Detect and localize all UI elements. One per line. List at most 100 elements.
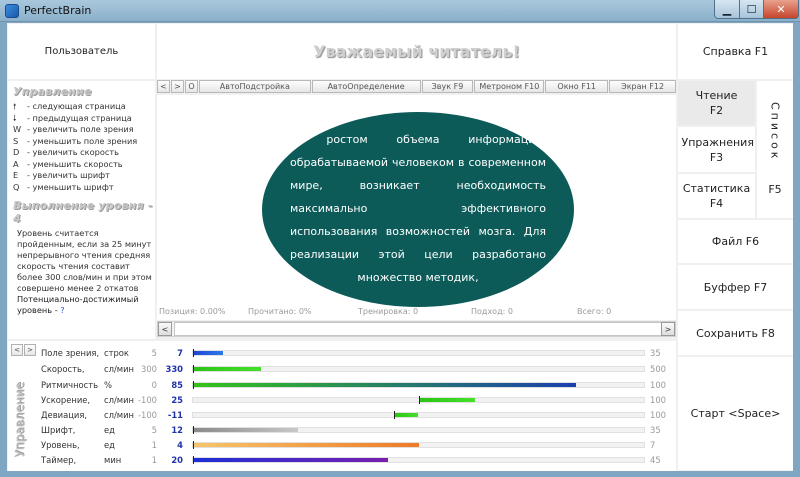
parameter-row: Ускорение, сл/мин -100 25 100 <box>0 392 800 408</box>
parameter-min: 0 <box>151 380 157 390</box>
parameter-min: 1 <box>151 455 157 465</box>
horizontal-scrollbar[interactable]: < > <box>157 321 676 337</box>
scroll-left-button[interactable]: < <box>158 322 172 336</box>
controls-title: Управление <box>13 85 92 98</box>
parameter-min: 300 <box>141 364 157 374</box>
parameter-max: 100 <box>650 395 666 405</box>
control-row: E - увеличить шрифт <box>13 170 155 182</box>
parameter-value: 85 <box>171 380 183 390</box>
parameter-slider[interactable] <box>192 411 645 419</box>
user-label: Пользователь <box>44 46 119 57</box>
metronome-button[interactable]: Метроном F10 <box>474 80 545 93</box>
scroll-thumb[interactable] <box>174 322 672 336</box>
parameter-unit: ед <box>104 425 115 435</box>
control-key: D <box>13 147 20 157</box>
control-key: Q <box>13 181 20 192</box>
app-icon <box>5 4 19 18</box>
scroll-right-button[interactable]: > <box>661 322 675 336</box>
greeting-banner: Уважаемый читатель! <box>157 24 676 79</box>
file-button[interactable]: Файл F6 <box>678 220 793 263</box>
list-button[interactable]: Список F5 <box>757 81 793 218</box>
parameter-fill <box>193 428 299 432</box>
file-label: Файл F6 <box>711 235 760 248</box>
parameter-row: Шрифт, ед 5 12 35 <box>0 422 800 438</box>
parameter-row: Скорость, сл/мин 300 330 500 <box>0 361 800 377</box>
parameter-fill <box>193 443 419 447</box>
reading-toolbar: < > O АвтоПодстройка АвтоОпределение Зву… <box>157 80 677 94</box>
statistics-label: Статистика F4 <box>682 182 751 210</box>
parameter-row: Таймер, мин 1 20 45 <box>0 452 800 468</box>
parameter-fill <box>193 351 224 355</box>
exercises-label: Упражнения F3 <box>681 135 754 164</box>
parameter-max: 35 <box>650 425 661 435</box>
parameter-unit: строк <box>104 348 129 358</box>
save-label: Сохранить F8 <box>696 326 775 340</box>
minimize-icon: ▁ <box>722 2 732 16</box>
parameter-value: 7 <box>177 348 183 358</box>
title-bar[interactable] <box>0 0 800 22</box>
parameter-origin-tick <box>193 349 194 357</box>
help-button[interactable]: Справка F1 <box>678 24 793 79</box>
statistics-button[interactable]: Статистика F4 <box>678 174 755 218</box>
stat-position: Позиция: 0.00% <box>159 307 226 316</box>
toolbar-next-button[interactable]: > <box>170 80 184 93</box>
parameter-unit: ед <box>104 440 115 450</box>
parameter-min: 1 <box>151 440 157 450</box>
control-row: Q - уменьшить шрифт <box>13 182 155 194</box>
screen-mode-button[interactable]: Экран F12 <box>609 80 677 93</box>
parameter-value: 12 <box>171 425 183 435</box>
read-mode-button[interactable]: Чтение F2 <box>678 81 755 125</box>
buffer-button[interactable]: Буффер F7 <box>678 265 793 309</box>
parameter-origin-tick <box>193 381 194 389</box>
control-row: W - увеличить поле зрения <box>13 124 155 136</box>
toolbar-reset-button[interactable]: O <box>184 80 198 93</box>
window-title: PerfectBrain <box>24 4 92 17</box>
stat-training: Тренировка: 0 <box>358 307 419 316</box>
parameter-slider[interactable] <box>192 381 645 389</box>
control-desc: - увеличить скорость <box>27 147 119 157</box>
control-desc: - следующая страница <box>27 101 126 111</box>
sound-button[interactable]: Звук F9 <box>421 80 474 93</box>
control-row: A - уменьшить скорость <box>13 159 155 171</box>
parameter-slider[interactable] <box>192 426 645 434</box>
read-mode-label: Чтение F2 <box>695 89 738 117</box>
auto-adjust-button[interactable]: АвтоПодстройка <box>198 80 311 93</box>
toolbar-prev-button[interactable]: < <box>157 80 170 93</box>
control-row: S - уменьшить поле зрения <box>13 136 155 148</box>
parameter-origin-tick <box>393 411 395 419</box>
auto-detect-button[interactable]: АвтоОпределение <box>311 80 421 93</box>
parameter-origin-tick <box>418 396 420 404</box>
maximize-button[interactable]: ☐ <box>739 0 764 19</box>
stat-total: Всего: 0 <box>577 307 612 316</box>
parameter-row: Девиация, сл/мин -100 -11 100 <box>0 407 800 423</box>
control-row: 🠕 - следующая страница <box>13 101 155 113</box>
maximize-icon: ☐ <box>746 2 757 16</box>
user-button[interactable]: Пользователь <box>8 24 155 79</box>
level-recommended-value: ? <box>60 305 65 315</box>
parameter-min: -100 <box>137 410 157 420</box>
control-desc: - увеличить шрифт <box>27 170 110 180</box>
parameter-name: Поле зрения, <box>41 348 100 358</box>
parameter-slider[interactable] <box>192 349 645 357</box>
parameter-name: Таймер, <box>41 455 77 465</box>
minimize-button[interactable]: ▁ <box>714 0 740 19</box>
parameter-slider[interactable] <box>192 441 645 449</box>
parameter-origin-tick <box>193 441 194 449</box>
parameter-name: Девиация, <box>41 410 88 420</box>
info-panel: Управление 🠕 - следующая страница 🠗 - пред… <box>8 81 155 339</box>
parameter-value: 330 <box>165 364 183 374</box>
stat-approach: Подход: 0 <box>471 307 513 316</box>
parameter-slider[interactable] <box>192 365 645 373</box>
control-key: W <box>13 124 22 134</box>
parameter-max: 100 <box>650 380 666 390</box>
controls-list: 🠕 - следующая страница 🠗 - предыдущая стра… <box>13 101 155 193</box>
close-button[interactable]: ✕ <box>763 0 799 19</box>
parameter-slider[interactable] <box>192 456 645 464</box>
parameter-slider[interactable] <box>192 396 645 404</box>
control-key: 🠕 <box>13 101 17 111</box>
exercises-button[interactable]: Упражнения F3 <box>678 127 755 172</box>
window-mode-button[interactable]: Окно F11 <box>545 80 609 93</box>
parameter-max: 7 <box>650 440 656 450</box>
parameter-unit: % <box>104 380 112 390</box>
parameter-name: Шрифт, <box>41 425 76 435</box>
